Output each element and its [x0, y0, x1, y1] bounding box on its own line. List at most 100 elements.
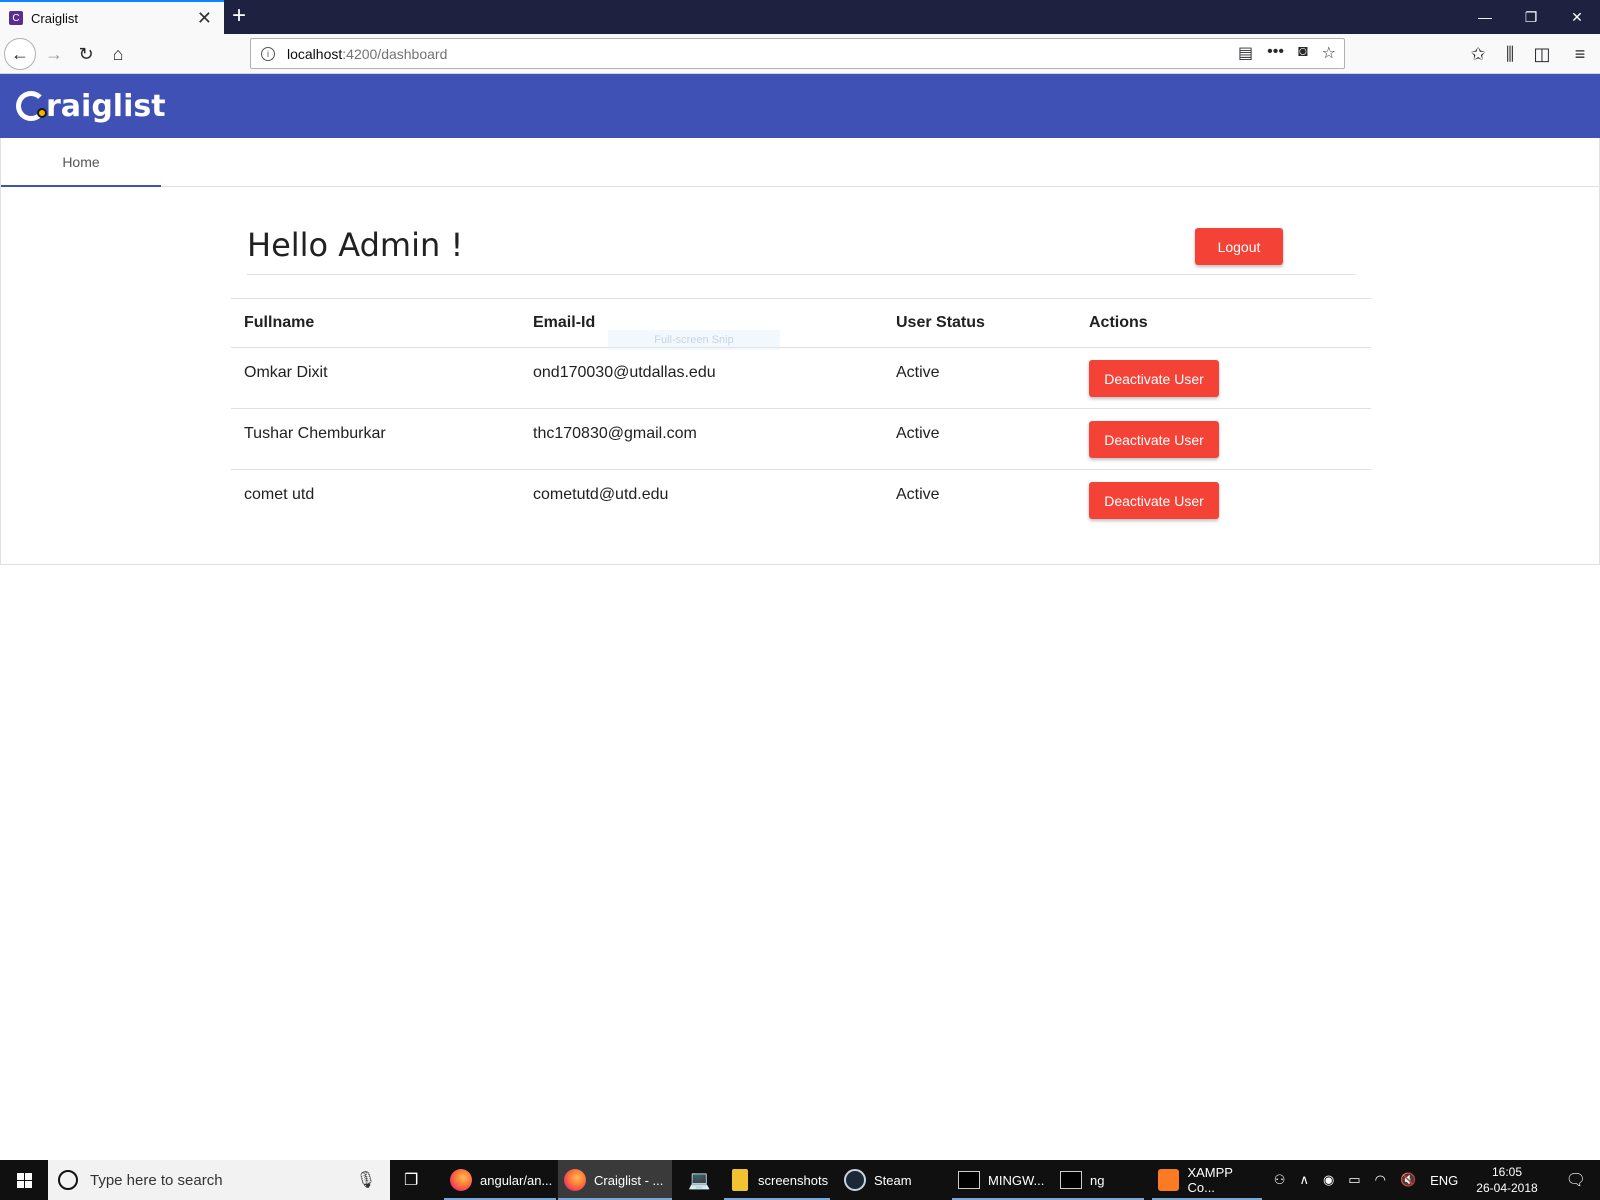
task-view-icon[interactable]: ❐: [404, 1170, 428, 1190]
tab-home[interactable]: Home: [1, 138, 161, 187]
taskbar-item[interactable]: Steam: [838, 1160, 942, 1200]
taskbar-item-label: XAMPP Co...: [1187, 1165, 1233, 1195]
bookmarks-menu-icon[interactable]: ✩: [1464, 40, 1492, 68]
deactivate-user-button[interactable]: Deactivate User: [1089, 482, 1219, 519]
wifi-icon[interactable]: ◠: [1375, 1172, 1386, 1188]
cortana-icon: [58, 1170, 78, 1190]
cell-fullname: Omkar Dixit: [231, 347, 520, 409]
taskbar-item-label: MINGW...: [988, 1172, 1045, 1188]
table-row: Omkar Dixit ond170030@utdallas.edu Activ…: [231, 347, 1371, 409]
close-window-icon[interactable]: ✕: [1554, 0, 1600, 34]
logo-c-icon: [16, 91, 47, 121]
column-header-fullname: Fullname: [231, 298, 520, 348]
taskbar-item-label: ng: [1090, 1172, 1105, 1188]
logo-text: raiglist: [46, 88, 166, 124]
sidebar-icon[interactable]: ◫: [1528, 40, 1556, 68]
pocket-icon[interactable]: ◙: [1298, 43, 1308, 63]
terminal-icon: [958, 1171, 980, 1189]
tab-title: Craiglist: [31, 10, 78, 26]
browser-tab-strip: C Craiglist ✕ + — ❐ ✕: [0, 0, 1600, 34]
microphone-icon[interactable]: 🎙: [356, 1170, 376, 1190]
restore-window-icon[interactable]: ❐: [1508, 0, 1554, 34]
taskbar-item[interactable]: MINGW...: [952, 1160, 1054, 1200]
steam-icon: [844, 1169, 866, 1191]
cell-email: thc170830@gmail.com: [520, 408, 883, 470]
minimize-window-icon[interactable]: —: [1462, 0, 1508, 34]
volume-muted-icon[interactable]: 🔇: [1400, 1172, 1416, 1188]
users-table: Fullname Email-Id User Status Actions Om…: [231, 298, 1371, 531]
site-info-icon[interactable]: i: [261, 46, 275, 61]
taskbar-item[interactable]: screenshots: [724, 1160, 830, 1200]
language-indicator[interactable]: ENG: [1430, 1173, 1458, 1188]
back-arrow-icon[interactable]: ←: [4, 38, 36, 70]
dashboard-card: Home Hello Admin ! Logout Fullname Email…: [0, 138, 1600, 565]
clock-time: 16:05: [1491, 1165, 1522, 1179]
search-placeholder: Type here to search: [90, 1171, 223, 1189]
address-bar[interactable]: i localhost:4200/dashboard ▤ ••• ◙ ☆: [250, 38, 1345, 69]
forward-arrow-icon[interactable]: →: [40, 40, 68, 68]
url-host: localhost: [287, 45, 343, 62]
cell-actions: Deactivate User: [1076, 470, 1371, 531]
taskbar-item[interactable]: angular/an...: [444, 1160, 556, 1200]
firefox-icon: [564, 1169, 586, 1191]
clock-date: 26-04-2018: [1476, 1181, 1538, 1195]
taskbar-item[interactable]: ng: [1054, 1160, 1144, 1200]
cell-status: Active: [883, 347, 1076, 409]
windows-taskbar: Type here to search 🎙 ❐ angular/an... Cr…: [0, 1160, 1600, 1200]
cell-status: Active: [896, 486, 940, 503]
browser-tab[interactable]: C Craiglist ✕: [0, 0, 224, 34]
taskbar-item-label: Steam: [874, 1172, 912, 1188]
table-row: Tushar Chemburkar thc170830@gmail.com Ac…: [231, 408, 1371, 470]
craiglist-logo[interactable]: raiglist: [16, 89, 166, 124]
record-icon[interactable]: ◉: [1323, 1172, 1334, 1188]
deactivate-user-button[interactable]: Deactivate User: [1089, 360, 1219, 397]
nav-tab-header: Home: [1, 138, 1599, 187]
taskbar-item-label: Craiglist - ...: [594, 1172, 664, 1188]
divider: [247, 274, 1355, 275]
browser-navigation-bar: ← → ↻ ⌂ i localhost:4200/dashboard ▤ •••…: [0, 34, 1600, 74]
cell-status: Active: [883, 408, 1076, 470]
cell-email: ond170030@utdallas.edu: [520, 347, 883, 409]
snip-tooltip: Full-screen Snip: [608, 330, 780, 350]
bookmark-star-icon[interactable]: ☆: [1322, 43, 1336, 63]
cell-actions: Deactivate User: [1076, 408, 1371, 470]
people-icon[interactable]: ⚇: [1274, 1172, 1286, 1188]
notifications-icon[interactable]: 🗨: [1566, 1170, 1586, 1190]
page-title: Hello Admin !: [247, 226, 464, 264]
site-favicon-icon: C: [9, 11, 23, 25]
reload-icon[interactable]: ↻: [72, 40, 100, 68]
hamburger-menu-icon[interactable]: ≡: [1566, 40, 1594, 68]
chevron-up-icon[interactable]: ∧: [1299, 1172, 1309, 1188]
table-row: comet utd cometutd@utd.edu Active Deacti…: [231, 470, 1371, 531]
clock[interactable]: 16:05 26-04-2018: [1476, 1164, 1537, 1196]
taskbar-item-label: screenshots: [758, 1172, 829, 1188]
system-tray: ⚇ ∧ ◉ ▭ ◠ 🔇 ENG 16:05 26-04-2018 🗨: [1260, 1160, 1600, 1200]
url-path: :4200/dashboard: [342, 45, 448, 62]
taskbar-item[interactable]: 💻: [682, 1160, 722, 1200]
taskbar-search-box[interactable]: Type here to search 🎙: [48, 1160, 390, 1200]
cell-actions: Deactivate User: [1076, 347, 1371, 409]
home-icon[interactable]: ⌂: [104, 40, 132, 68]
cell-fullname: Tushar Chemburkar: [231, 408, 520, 470]
laptop-icon: 💻: [688, 1169, 711, 1190]
battery-icon[interactable]: ▭: [1348, 1172, 1360, 1188]
cell-email: cometutd@utd.edu: [533, 486, 669, 503]
url-text[interactable]: localhost:4200/dashboard: [287, 46, 447, 62]
xampp-icon: [1158, 1169, 1180, 1191]
logout-button[interactable]: Logout: [1195, 228, 1283, 265]
new-tab-icon[interactable]: +: [232, 3, 246, 29]
folder-icon: [732, 1169, 748, 1191]
app-toolbar: raiglist: [0, 74, 1600, 138]
taskbar-item-active[interactable]: Craiglist - ...: [558, 1160, 672, 1200]
firefox-icon: [450, 1169, 472, 1191]
close-tab-icon[interactable]: ✕: [197, 8, 212, 28]
terminal-icon: [1060, 1171, 1082, 1189]
taskbar-item-label: angular/an...: [480, 1172, 553, 1188]
start-button[interactable]: [0, 1160, 48, 1200]
page-actions-icon[interactable]: •••: [1267, 43, 1284, 63]
library-icon[interactable]: ⫼: [1496, 40, 1524, 68]
reader-view-icon[interactable]: ▤: [1238, 43, 1253, 63]
deactivate-user-button[interactable]: Deactivate User: [1089, 421, 1219, 458]
taskbar-item[interactable]: XAMPP Co...: [1152, 1160, 1262, 1200]
column-header-status: User Status: [883, 298, 1076, 348]
